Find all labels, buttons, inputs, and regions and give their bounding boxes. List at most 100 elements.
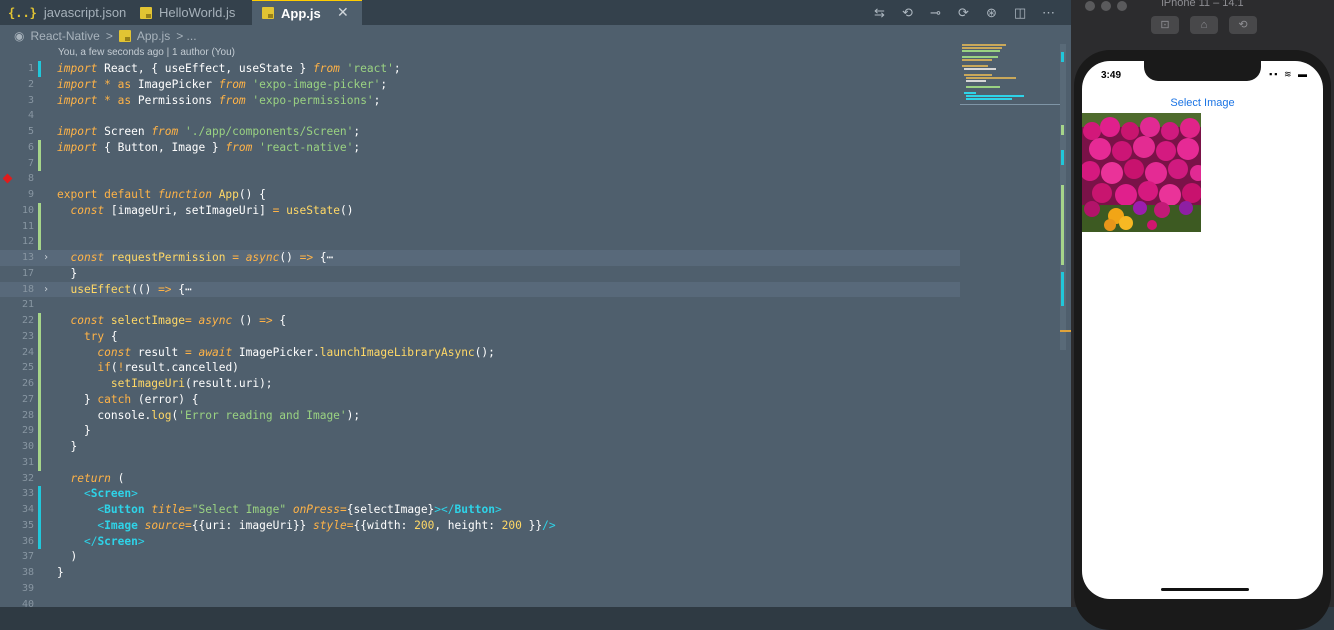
tab-helloworld-js[interactable]: HelloWorld.js <box>140 0 235 25</box>
code-line[interactable]: 38} <box>0 565 960 581</box>
code-line[interactable]: 9 export default function App() { <box>0 187 960 203</box>
code-line[interactable]: 2 import * as ImagePicker from 'expo-imag… <box>0 77 960 93</box>
git-added-marker[interactable] <box>38 202 41 219</box>
code-text[interactable]: } <box>57 423 91 439</box>
code-text[interactable]: <Button title="Select Image" onPress={se… <box>57 502 501 518</box>
minimap[interactable] <box>960 42 1060 112</box>
git-modified-marker[interactable] <box>38 517 41 534</box>
code-text[interactable]: } <box>57 266 77 282</box>
code-line[interactable]: 33 <Screen> <box>0 486 960 502</box>
code-text[interactable]: } <box>57 439 77 455</box>
screenshot-icon[interactable]: ⊡ <box>1151 16 1179 34</box>
code-area[interactable]: 1 import React, { useEffect, useState } f… <box>0 61 960 607</box>
code-text[interactable]: setImageUri(result.uri); <box>57 376 273 392</box>
code-line[interactable]: 23 try { <box>0 328 960 345</box>
code-text[interactable]: console.log('Error reading and Image'); <box>57 408 360 424</box>
code-text[interactable]: const result = await ImagePicker.launchI… <box>57 345 494 361</box>
code-text[interactable]: return ( <box>57 471 124 487</box>
code-text[interactable]: try { <box>57 329 118 345</box>
code-line[interactable]: 29 } <box>0 423 960 439</box>
git-added-marker[interactable] <box>38 439 41 455</box>
git-added-marker[interactable] <box>38 328 41 345</box>
git-added-marker[interactable] <box>38 234 41 250</box>
git-added-marker[interactable] <box>38 313 41 329</box>
git-added-marker[interactable] <box>38 360 41 376</box>
fold-chevron-icon[interactable]: › <box>43 250 49 266</box>
code-line[interactable]: 5 import Screen from './app/components/Sc… <box>0 124 960 140</box>
code-line[interactable]: 27 } catch (error) { <box>0 391 960 408</box>
git-added-marker[interactable] <box>38 454 41 471</box>
code-line[interactable]: 7 <box>0 155 960 172</box>
code-text[interactable]: import * as Permissions from 'expo-permi… <box>57 93 380 109</box>
code-line[interactable]: 25 if(!result.cancelled) <box>0 360 960 376</box>
code-text[interactable]: import * as ImagePicker from 'expo-image… <box>57 77 387 93</box>
code-line[interactable]: 1 import React, { useEffect, useState } f… <box>0 61 960 77</box>
git-added-marker[interactable] <box>38 139 41 156</box>
code-line[interactable]: 21 <box>0 297 960 313</box>
code-line[interactable]: 22 const selectImage= async () => { <box>0 313 960 329</box>
extension-icon[interactable]: ⊛ <box>986 0 997 25</box>
split-editor-icon[interactable]: ◫ <box>1014 0 1026 25</box>
select-image-button[interactable]: Select Image <box>1082 97 1323 109</box>
code-line[interactable]: 28 console.log('Error reading and Image'… <box>0 407 960 424</box>
code-line[interactable]: 26 setImageUri(result.uri); <box>0 376 960 392</box>
git-modified-marker[interactable] <box>38 533 41 550</box>
close-tab-icon[interactable]: ✕ <box>337 0 349 25</box>
code-text[interactable]: import React, { useEffect, useState } fr… <box>57 61 401 77</box>
code-line[interactable]: 12 <box>0 234 960 250</box>
code-line[interactable]: 11 <box>0 218 960 235</box>
code-text[interactable]: import Screen from './app/components/Scr… <box>57 124 360 140</box>
code-text[interactable]: import { Button, Image } from 'react-nat… <box>57 140 360 156</box>
code-text[interactable]: <Screen> <box>57 486 138 502</box>
code-text[interactable]: if(!result.cancelled) <box>57 360 239 376</box>
git-added-marker[interactable] <box>38 344 41 361</box>
code-text[interactable]: export default function App() { <box>57 187 266 203</box>
breadcrumb-more[interactable]: > ... <box>176 29 196 43</box>
code-line[interactable]: 39 <box>0 581 960 597</box>
rotate-icon[interactable]: ⟲ <box>1229 16 1257 34</box>
git-modified-marker[interactable] <box>38 61 41 77</box>
code-line[interactable]: 18 › useEffect(() => {⋯ <box>0 281 960 298</box>
code-line[interactable]: 3 import * as Permissions from 'expo-perm… <box>0 93 960 109</box>
code-line[interactable]: 4 <box>0 108 960 124</box>
code-text[interactable]: const [imageUri, setImageUri] = useState… <box>57 203 353 219</box>
home-icon[interactable]: ⌂ <box>1190 16 1218 34</box>
code-editor[interactable]: {..} javascript.json HelloWorld.js App.j… <box>0 0 1071 607</box>
phone-screen[interactable]: 3:49 ▪▪ ≋ ▬ Select Image <box>1082 61 1323 599</box>
fold-chevron-icon[interactable]: › <box>43 282 49 298</box>
git-added-marker[interactable] <box>38 391 41 408</box>
git-modified-marker[interactable] <box>38 486 41 502</box>
git-blame-annotation[interactable]: You, a few seconds ago | 1 author (You) <box>58 47 235 58</box>
code-line[interactable]: 34 <Button title="Select Image" onPress=… <box>0 502 960 518</box>
breadcrumb-file[interactable]: App.js <box>137 29 170 43</box>
code-line[interactable]: 36 </Screen> <box>0 533 960 550</box>
git-commit-icon[interactable]: ⊸ <box>930 0 941 25</box>
code-text[interactable]: useEffect(() => {⋯ <box>57 282 191 298</box>
code-line[interactable]: 24 const result = await ImagePicker.laun… <box>0 344 960 361</box>
code-line[interactable]: 10 const [imageUri, setImageUri] = useSt… <box>0 202 960 219</box>
code-line[interactable]: 40 <box>0 597 960 608</box>
code-text[interactable]: const requestPermission = async() => {⋯ <box>57 250 333 266</box>
code-line[interactable]: 32 return ( <box>0 471 960 487</box>
code-line[interactable]: 13 › const requestPermission = async() =>… <box>0 250 960 266</box>
git-added-marker[interactable] <box>38 155 41 172</box>
code-text[interactable]: </Screen> <box>57 534 145 550</box>
code-line[interactable]: 17 } <box>0 266 960 282</box>
git-added-marker[interactable] <box>38 423 41 439</box>
git-modified-marker[interactable] <box>38 502 41 518</box>
code-line[interactable]: 30 } <box>0 439 960 455</box>
breadcrumb-folder[interactable]: React-Native <box>30 29 99 43</box>
code-text[interactable]: const selectImage= async () => { <box>57 313 286 329</box>
code-text[interactable]: } catch (error) { <box>57 392 199 408</box>
code-text[interactable]: ) <box>57 549 77 565</box>
git-added-marker[interactable] <box>38 218 41 235</box>
git-added-marker[interactable] <box>38 407 41 424</box>
code-line[interactable]: 8 <box>0 171 960 187</box>
git-added-marker[interactable] <box>38 376 41 392</box>
code-text[interactable]: <Image source={{uri: imageUri}} style={{… <box>57 518 555 534</box>
more-actions-icon[interactable]: ⋯ <box>1042 0 1055 25</box>
go-back-icon[interactable]: ⟲ <box>902 0 913 25</box>
git-compare-icon[interactable]: ⇆ <box>874 0 885 25</box>
go-forward-icon[interactable]: ⟳ <box>958 0 969 25</box>
code-line[interactable]: 37 ) <box>0 549 960 565</box>
